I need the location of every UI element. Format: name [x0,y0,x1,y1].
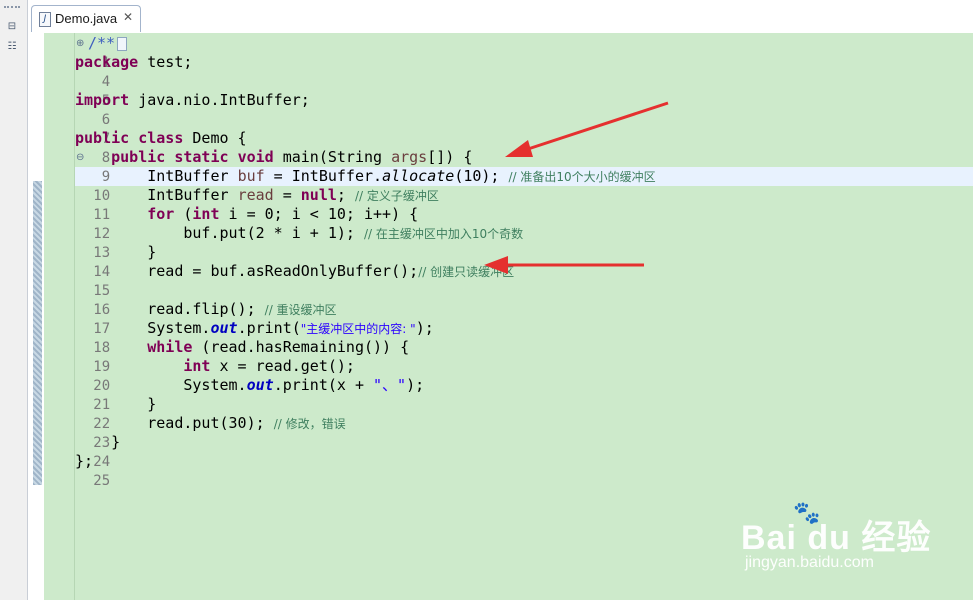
code-line-15[interactable]: 15 read = buf.asReadOnlyBuffer();// 创建只读… [44,262,514,299]
code-text: (10); [454,167,509,185]
comment: // 创建只读缓冲区 [418,265,515,279]
code-text: } [111,433,121,451]
static-method: allocate [382,167,455,185]
keyword: int [192,205,220,223]
toolbar-grip[interactable] [4,6,20,11]
code-line-10[interactable]: 10 IntBuffer buf = IntBuffer.allocate(10… [44,167,655,204]
code-text: read = buf.asReadOnlyBuffer(); [147,262,419,280]
code-line-17[interactable]: 17 read.flip(); // 重设缓冲区 [44,300,336,337]
code-line-1[interactable]: 1 ⊕ /** [44,34,128,71]
baidu-jingyan-watermark: 🐾 Bai du 经验 jingyan.baidu.com [733,500,933,580]
code-text: .print( [237,319,301,337]
code-line-19[interactable]: 19 while (read.hasRemaining()) { [44,338,409,375]
static-field: out [210,319,238,337]
code-text: }; [75,452,94,470]
code-line-13[interactable]: 13 buf.put(2 * i + 1); // 在主缓冲区中加入10个奇数 [44,224,523,261]
code-text: IntBuffer [147,186,238,204]
keyword: for [147,205,175,223]
code-line-6[interactable]: 6 import java.nio.IntBuffer; [44,91,310,128]
code-text: (read.hasRemaining()) { [192,338,410,356]
code-text: IntBuffer [147,167,238,185]
code-line-16[interactable]: 16 [44,281,110,318]
code-line-21[interactable]: 21 System.out.print(x + "、"); [44,376,424,413]
code-line-23[interactable]: 23 read.put(30); // 修改，错误 [44,414,345,451]
comment: // 重设缓冲区 [264,303,337,317]
keyword: import [75,91,130,109]
code-line-22[interactable]: 22 } [44,395,156,432]
outline-view-icon[interactable]: ☷ [5,40,19,54]
code-line-14[interactable]: 14 } [44,243,156,280]
code-line-11[interactable]: 11 IntBuffer read = null; // 定义子缓冲区 [44,186,439,223]
folded-ellipsis-icon[interactable] [117,36,128,51]
code-text: main(String [273,148,392,166]
left-trim-toolbar: ⊟ ☷ [0,0,28,600]
code-text: ; [336,186,355,204]
keyword: static [174,148,229,166]
code-text: read.flip(); [147,300,265,318]
editor-tabbar: J Demo.java ✕ [28,0,973,34]
code-text: ); [415,319,434,337]
fold-expand-icon[interactable]: ⊕ [76,34,84,53]
keyword: package [75,53,139,71]
comment: // 定义子缓冲区 [354,189,439,203]
variable: buf [237,167,265,185]
javadoc-start: /** [88,34,116,52]
close-icon[interactable]: ✕ [123,10,133,24]
code-text: Demo { [183,129,247,147]
code-line-25[interactable]: 25 }; [44,452,110,489]
java-file-icon: J [39,12,51,27]
code-text: = [273,186,301,204]
comment: // 在主缓冲区中加入10个奇数 [364,227,524,241]
code-line-8[interactable]: 8 public class Demo { [44,129,247,166]
code-line-18[interactable]: 18 System.out.print("主缓冲区中的内容: "); [44,319,433,356]
code-text: } [147,395,157,413]
code-line-4[interactable]: 4 package test; [44,53,192,90]
variable: read [237,186,274,204]
code-line-24[interactable]: 24 } [44,433,120,470]
keyword: int [183,357,211,375]
code-line-7[interactable]: 7 [44,110,110,147]
keyword: while [147,338,193,356]
line-number: 25 [93,473,111,489]
code-text: } [147,243,157,261]
keyword: void [237,148,274,166]
code-line-5[interactable]: 5 [44,72,110,109]
code-text: = IntBuffer. [264,167,383,185]
tab-demo-java[interactable]: J Demo.java ✕ [31,5,141,32]
string-literal: "主缓冲区中的内容: " [300,322,416,336]
code-text: read.put(30); [147,414,274,432]
code-text: .print(x + [273,376,374,394]
code-text: x = read.get(); [210,357,355,375]
code-text: test; [138,53,193,71]
watermark-brand: Bai du 经验 [741,519,932,557]
code-line-12[interactable]: 12 for (int i = 0; i < 10; i++) { [44,205,418,242]
code-text: System. [147,319,211,337]
code-text: i = 0; i < 10; i++) { [219,205,419,223]
keyword: null [300,186,337,204]
code-text: System. [183,376,247,394]
change-indicator-stripe [33,181,42,485]
code-line-20[interactable]: 20 int x = read.get(); [44,357,355,394]
keyword: public [75,129,130,147]
comment: // 准备出10个大小的缓冲区 [508,170,656,184]
tab-label: Demo.java [55,11,118,26]
keyword: class [138,129,184,147]
code-text: ); [406,376,425,394]
editor-area: J Demo.java ✕ 1 ⊕ /** 4 package test; 5 … [28,0,973,600]
code-text: buf.put(2 * i + 1); [183,224,364,242]
parameter: args [391,148,428,166]
code-text: ( [174,205,193,223]
static-field: out [246,376,274,394]
keyword: public [111,148,166,166]
code-text: java.nio.IntBuffer; [129,91,310,109]
code-line-9[interactable]: 9 ⊖ public static void main(String args[… [44,148,472,185]
comment: // 修改，错误 [273,417,346,431]
code-text: []) { [427,148,473,166]
watermark-site: jingyan.baidu.com [745,554,874,571]
overview-gutter [28,33,44,600]
string-literal: "、" [373,376,407,394]
restore-icon[interactable]: ⊟ [5,20,19,34]
